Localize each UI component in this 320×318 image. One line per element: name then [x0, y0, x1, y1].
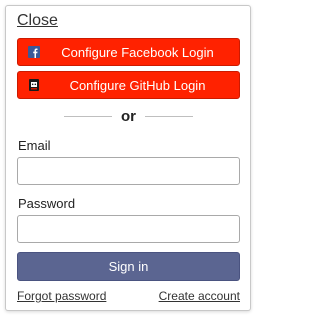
password-label: Password [18, 196, 76, 211]
divider-line-left [64, 115, 112, 117]
github-icon [28, 79, 40, 91]
or-divider: or [17, 106, 240, 126]
github-login-label: Configure GitHub Login [69, 77, 206, 93]
sign-in-button[interactable]: Sign in [17, 252, 240, 281]
email-label: Email [18, 138, 51, 153]
divider-line-right [145, 115, 193, 117]
create-account-link[interactable]: Create account [159, 289, 240, 303]
login-panel: Close Configure Facebook Login Configure… [5, 5, 251, 311]
email-input[interactable] [17, 157, 240, 185]
or-text: or [121, 107, 136, 125]
password-input[interactable] [17, 215, 240, 243]
facebook-login-button[interactable]: Configure Facebook Login [17, 38, 240, 66]
close-link[interactable]: Close [17, 12, 58, 30]
facebook-icon [28, 46, 40, 58]
forgot-password-link[interactable]: Forgot password [17, 289, 106, 303]
github-login-button[interactable]: Configure GitHub Login [17, 71, 240, 99]
facebook-login-label: Configure Facebook Login [61, 44, 214, 60]
